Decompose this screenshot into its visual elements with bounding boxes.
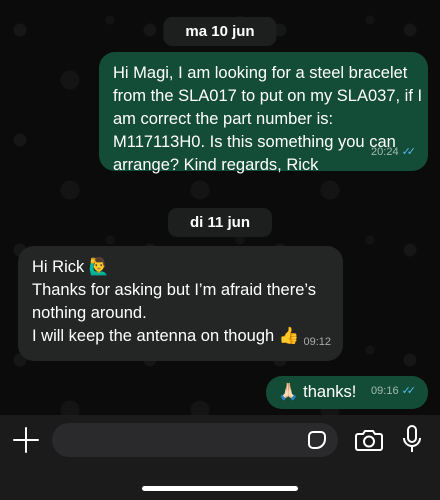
message-text-line: Hi Rick 🙋‍♂️ (32, 258, 110, 276)
message-time: 09:12 (303, 336, 331, 348)
date-separator: ma 10 jun (163, 17, 277, 46)
message-outgoing[interactable]: Hi Magi, I am looking for a steel bracel… (99, 52, 428, 174)
message-text-line: nothing around. (32, 304, 147, 322)
microphone-icon[interactable] (402, 425, 422, 455)
message-text-line: arrange? Kind regards, Rick (113, 156, 319, 174)
date-separator: di 11 jun (167, 208, 273, 237)
read-receipt-icon: ✓✓ (401, 385, 417, 397)
message-time: 20:24 (371, 146, 399, 158)
message-meta: 09:16 ✓✓ (371, 380, 416, 403)
message-input[interactable] (52, 423, 338, 457)
home-indicator (142, 486, 298, 491)
message-text-line: Thanks for asking but I’m afraid there’s (32, 281, 316, 299)
message-incoming[interactable]: Hi Rick 🙋‍♂️ Thanks for asking but I’m a… (18, 246, 343, 361)
message-text-line: I will keep the antenna on though 👍 (32, 327, 300, 345)
plus-icon[interactable] (13, 427, 39, 453)
message-meta: 09:12 (303, 331, 331, 354)
sticker-icon[interactable] (308, 431, 326, 449)
message-text-line: M117113H0. Is this something you can (113, 133, 396, 151)
read-receipt-icon: ✓✓ (401, 146, 417, 158)
camera-icon[interactable] (355, 428, 383, 452)
message-meta: 20:24 ✓✓ (371, 141, 416, 164)
message-text-line: from the SLA017 to put on my SLA037, if … (113, 87, 423, 105)
chat-area: ma 10 jun Hi Magi, I am looking for a st… (0, 0, 440, 415)
message-text-line: am correct the part number is: (113, 110, 334, 128)
message-outgoing[interactable]: 🙏🏻 thanks! 09:16 ✓✓ (266, 376, 428, 409)
message-time: 09:16 (371, 385, 399, 397)
message-text-line: Hi Magi, I am looking for a steel bracel… (113, 64, 408, 82)
